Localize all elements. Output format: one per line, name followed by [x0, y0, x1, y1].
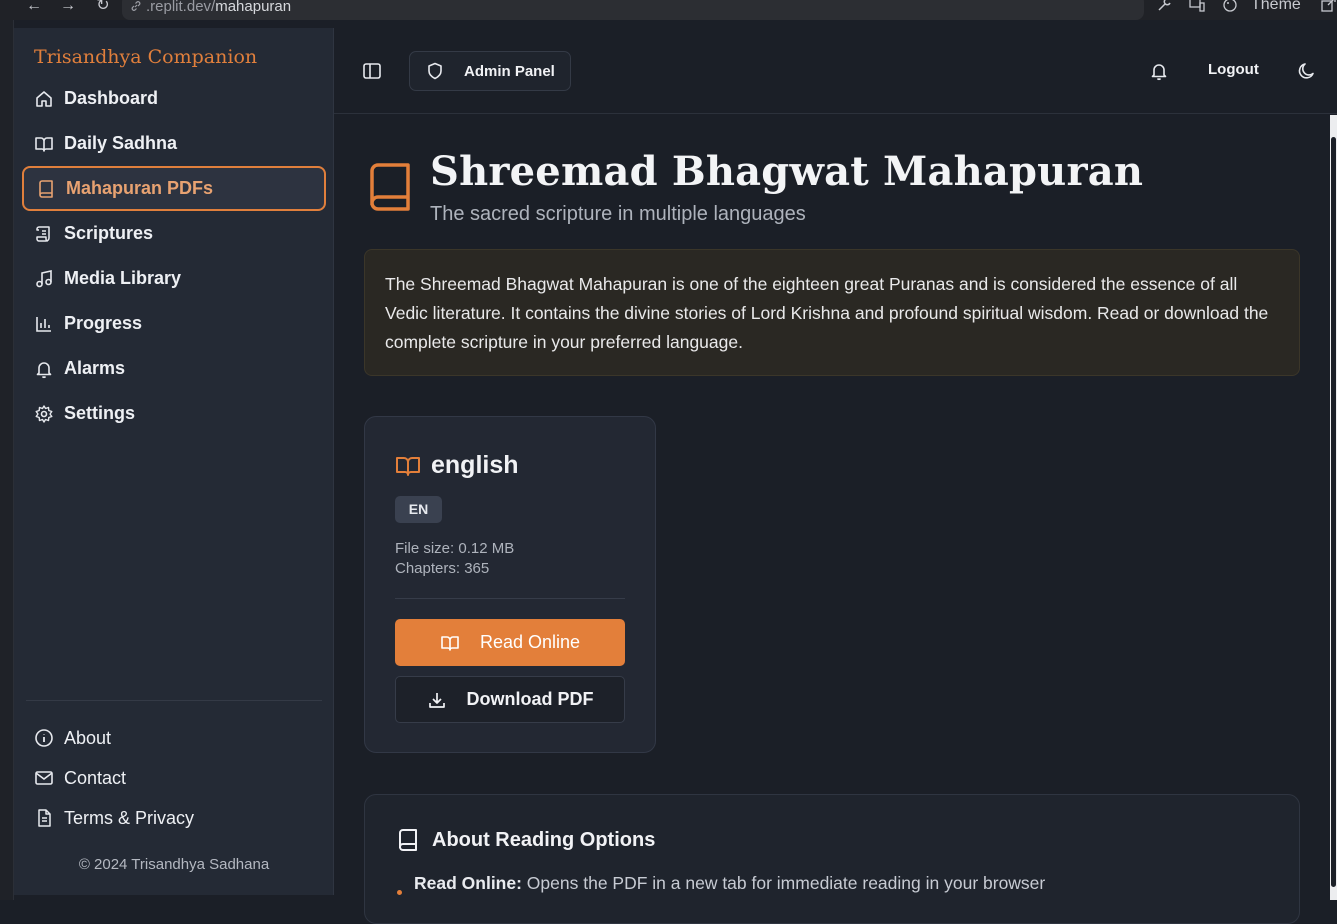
back-icon[interactable]: ←	[25, 0, 43, 17]
wrench-icon[interactable]	[1155, 0, 1173, 14]
sidebar-item-media-library[interactable]: Media Library	[22, 256, 326, 301]
sidebar-item-about[interactable]: About	[22, 718, 326, 758]
card-language-name: english	[431, 451, 519, 479]
read-online-label: Read Online	[479, 632, 581, 652]
sidebar-item-mahapuran-pdfs[interactable]: Mahapuran PDFs	[22, 166, 326, 211]
open-book-icon	[34, 134, 54, 154]
book-icon	[368, 163, 412, 211]
home-icon	[34, 89, 54, 109]
sidebar-item-label: Media Library	[64, 268, 182, 288]
about-item-term: Read Online:	[414, 873, 522, 893]
sidebar-divider	[26, 700, 322, 701]
open-book-icon	[395, 453, 421, 479]
about-reading-title-text: About Reading Options	[432, 828, 656, 851]
book-icon	[397, 828, 419, 852]
sidebar-item-terms-privacy[interactable]: Terms & Privacy	[22, 798, 326, 838]
sidebar-item-label: About	[64, 727, 112, 748]
about-reading-options-card: About Reading Options Read Online: Opens…	[364, 794, 1300, 924]
scrollbar-track[interactable]	[1330, 115, 1337, 900]
sidebar-toggle-icon[interactable]	[362, 61, 382, 81]
sidebar-footer-nav: About Contact Terms & Privacy	[22, 718, 326, 838]
brand-title[interactable]: Trisandhya Companion	[34, 46, 257, 68]
sidebar: Trisandhya Companion Dashboard Daily Sad…	[14, 28, 334, 895]
url-path: mahapuran	[215, 0, 292, 15]
bullet-dot	[397, 890, 402, 895]
theme-label[interactable]: Theme	[1251, 0, 1301, 14]
sidebar-item-scriptures[interactable]: Scriptures	[22, 211, 326, 256]
sidebar-nav: Dashboard Daily Sadhna Mahapuran PDFs Sc…	[22, 76, 326, 436]
sidebar-item-label: Alarms	[64, 358, 126, 378]
shield-icon	[426, 62, 444, 80]
scroll-icon	[34, 224, 54, 244]
chapters-text: Chapters: 365	[395, 560, 490, 577]
sidebar-item-settings[interactable]: Settings	[22, 391, 326, 436]
devtools-edge	[0, 20, 14, 900]
about-item-description: Opens the PDF in a new tab for immediate…	[521, 873, 1046, 893]
sidebar-item-alarms[interactable]: Alarms	[22, 346, 326, 391]
card-divider	[395, 598, 625, 599]
forward-icon[interactable]: →	[59, 0, 77, 17]
sidebar-item-dashboard[interactable]: Dashboard	[22, 76, 326, 121]
sidebar-item-contact[interactable]: Contact	[22, 758, 326, 798]
page-subtitle: The sacred scripture in multiple languag…	[430, 203, 806, 225]
file-meta: File size: 0.12 MB Chapters: 365	[395, 539, 514, 579]
top-header: Admin Panel Logout	[334, 28, 1337, 114]
sidebar-item-label: Daily Sadhna	[64, 133, 178, 153]
info-icon	[34, 728, 54, 748]
sidebar-item-label: Contact	[64, 767, 127, 788]
notifications-bell-icon[interactable]	[1149, 61, 1169, 81]
sidebar-item-daily-sadhna[interactable]: Daily Sadhna	[22, 121, 326, 166]
intro-description: The Shreemad Bhagwat Mahapuran is one of…	[364, 249, 1300, 376]
sidebar-item-label: Dashboard	[64, 88, 159, 108]
sidebar-item-label: Mahapuran PDFs	[66, 178, 214, 198]
address-bar[interactable]: .replit.dev/mahapuran	[122, 0, 1144, 20]
main-content: Shreemad Bhagwat Mahapuran The sacred sc…	[334, 115, 1337, 924]
sidebar-item-label: Scriptures	[64, 223, 154, 243]
browser-toolbar: ← → ↻ .replit.dev/mahapuran Theme	[0, 0, 1337, 20]
card-title: english	[395, 451, 519, 480]
pdf-language-card: english EN File size: 0.12 MB Chapters: …	[364, 416, 656, 753]
gear-icon	[34, 404, 54, 424]
sidebar-item-label: Progress	[64, 313, 143, 333]
palette-icon[interactable]	[1221, 0, 1239, 14]
page-title: Shreemad Bhagwat Mahapuran	[430, 148, 1144, 195]
book-icon	[36, 179, 56, 199]
admin-panel-label: Admin Panel	[464, 62, 555, 80]
open-book-icon	[440, 633, 460, 653]
music-icon	[34, 269, 54, 289]
scrollbar-thumb[interactable]	[1331, 137, 1336, 887]
dark-mode-moon-icon[interactable]	[1297, 61, 1317, 81]
copyright-text: © 2024 Trisandhya Sadhana	[78, 856, 270, 873]
devices-icon[interactable]	[1188, 0, 1206, 14]
read-online-button[interactable]: Read Online	[395, 619, 625, 666]
link-icon	[131, 1, 141, 11]
download-pdf-button[interactable]: Download PDF	[395, 676, 625, 723]
language-badge: EN	[395, 496, 442, 523]
sidebar-item-progress[interactable]: Progress	[22, 301, 326, 346]
download-pdf-label: Download PDF	[466, 689, 594, 709]
download-icon	[427, 690, 447, 710]
admin-panel-button[interactable]: Admin Panel	[409, 51, 571, 91]
url-host: .replit.dev/	[146, 0, 216, 15]
sidebar-item-label: Settings	[64, 403, 136, 423]
mail-icon	[34, 768, 54, 788]
bell-icon	[34, 359, 54, 379]
external-link-icon[interactable]	[1319, 0, 1337, 14]
bar-chart-icon	[34, 314, 54, 334]
logout-button[interactable]: Logout	[1208, 61, 1259, 78]
about-reading-list-item: Read Online: Opens the PDF in a new tab …	[397, 873, 1045, 895]
about-reading-title: About Reading Options	[397, 828, 655, 852]
document-icon	[34, 808, 54, 828]
reload-icon[interactable]: ↻	[94, 0, 112, 17]
sidebar-item-label: Terms & Privacy	[64, 807, 195, 828]
file-size-text: File size: 0.12 MB	[395, 540, 515, 557]
